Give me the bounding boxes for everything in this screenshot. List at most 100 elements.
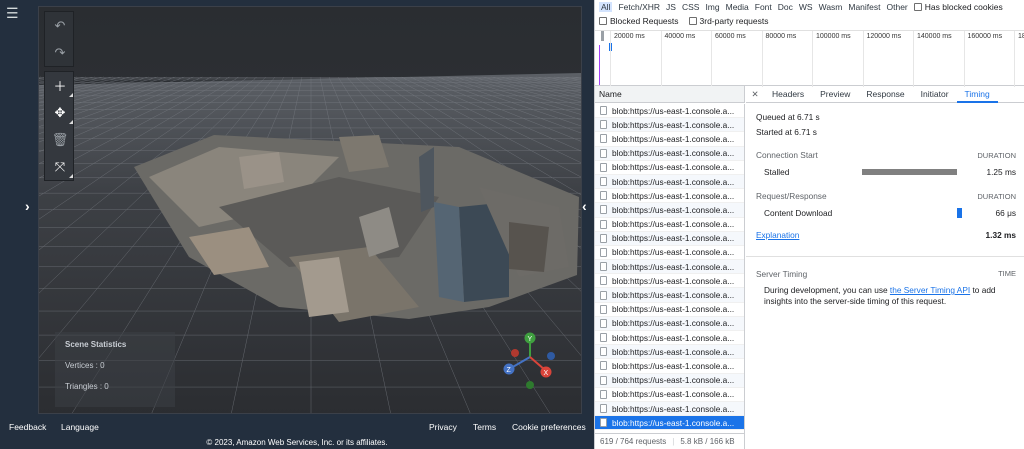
expand-left-panel-chevron-icon[interactable]: › — [25, 198, 30, 214]
timeline-tick-label: 100000 ms — [816, 33, 851, 40]
filter-font[interactable]: Font — [755, 2, 772, 12]
content-download-value: 66 μs — [995, 208, 1016, 218]
filter-all[interactable]: All — [599, 1, 613, 12]
request-row[interactable]: blob:https://us-east-1.console.a... — [595, 246, 744, 261]
request-row[interactable]: blob:https://us-east-1.console.a... — [595, 274, 744, 289]
server-timing-description: During development, you can use the Serv… — [756, 285, 1016, 307]
cookie-preferences-link[interactable]: Cookie preferences — [512, 422, 586, 432]
redo-icon[interactable]: ↷ — [45, 39, 75, 66]
tab-timing[interactable]: Timing — [956, 86, 998, 103]
tab-initiator[interactable]: Initiator — [913, 86, 957, 103]
close-icon[interactable]: ✕ — [746, 89, 764, 100]
request-row[interactable]: blob:https://us-east-1.console.a... — [595, 203, 744, 218]
file-icon — [600, 333, 607, 343]
language-link[interactable]: Language — [61, 422, 99, 432]
request-row[interactable]: blob:https://us-east-1.console.a... — [595, 303, 744, 317]
explanation-link[interactable]: Explanation — [756, 230, 799, 240]
request-detail-tabs: ✕ Headers Preview Response Initiator Timing — [746, 86, 1024, 103]
checkbox-icon[interactable] — [688, 17, 697, 25]
left-rail: ☰ › — [0, 0, 38, 414]
request-row[interactable]: blob:https://us-east-1.console.a... — [595, 161, 744, 175]
request-row[interactable]: blob:https://us-east-1.console.a... — [595, 132, 744, 147]
server-timing-header: Server Timing TIME — [756, 267, 1016, 281]
file-icon — [600, 418, 607, 428]
connection-start-label: Connection Start — [756, 150, 818, 160]
timeline-tick-label: 180 — [1018, 33, 1024, 40]
tab-headers[interactable]: Headers — [764, 86, 812, 103]
filter-css[interactable]: CSS — [682, 2, 699, 12]
request-row[interactable]: blob:https://us-east-1.console.a... — [595, 388, 744, 402]
filter-ws[interactable]: WS — [799, 2, 813, 12]
request-row[interactable]: blob:https://us-east-1.console.a... — [595, 218, 744, 232]
camera-move-icon[interactable]: ⤧ — [45, 153, 75, 180]
filter-js[interactable]: JS — [666, 2, 676, 12]
blocked-requests-toggle[interactable]: Blocked Requests — [599, 16, 679, 26]
request-list: blob:https://us-east-1.console.a... blob:… — [595, 104, 745, 433]
tab-response[interactable]: Response — [858, 86, 912, 103]
request-row[interactable]: blob:https://us-east-1.console.a... — [595, 104, 744, 119]
content-download-row: Content Download 66 μs — [756, 204, 1016, 222]
request-row[interactable]: blob:https://us-east-1.console.a... — [595, 359, 744, 374]
scene-statistics-panel: Scene Statistics Vertices : 0 Triangles … — [55, 332, 175, 407]
gizmo-z-label: Z — [507, 367, 512, 374]
filter-other[interactable]: Other — [887, 2, 908, 12]
transform-icon[interactable]: ✥ — [45, 99, 75, 126]
request-row[interactable]: blob:https://us-east-1.console.a... — [595, 316, 744, 331]
request-count-summary: 619 / 764 requests — [600, 437, 667, 446]
request-name: blob:https://us-east-1.console.a... — [612, 332, 735, 343]
request-row[interactable]: blob:https://us-east-1.console.a... — [595, 416, 744, 431]
filter-fetch-xhr[interactable]: Fetch/XHR — [618, 2, 660, 12]
blocked-requests-label: Blocked Requests — [610, 16, 679, 26]
checkbox-icon[interactable] — [599, 17, 607, 25]
request-row[interactable]: blob:https://us-east-1.console.a... — [595, 331, 744, 346]
request-row[interactable]: blob:https://us-east-1.console.a... — [595, 288, 744, 303]
terms-link[interactable]: Terms — [473, 422, 496, 432]
type-filter-bar: All Fetch/XHR JS CSS Img Media Font Doc WS Wasm Ma… — [595, 0, 1024, 13]
filter-doc[interactable]: Doc — [778, 2, 793, 12]
request-row[interactable]: blob:https://us-east-1.console.a... — [595, 260, 744, 275]
request-name: blob:https://us-east-1.console.a... — [612, 275, 735, 286]
timeline-tick-label: 140000 ms — [917, 33, 952, 40]
filter-wasm[interactable]: Wasm — [819, 2, 843, 12]
request-row[interactable]: blob:https://us-east-1.console.a... — [595, 118, 744, 133]
timing-panel: Queued at 6.71 s Started at 6.71 s Conne… — [746, 110, 1024, 307]
request-row[interactable]: blob:https://us-east-1.console.a... — [595, 345, 744, 360]
request-row[interactable]: blob:https://us-east-1.console.a... — [595, 401, 744, 417]
timeline-tick-label: 20000 ms — [614, 33, 645, 40]
request-row[interactable]: blob:https://us-east-1.console.a... — [595, 373, 744, 388]
privacy-link[interactable]: Privacy — [429, 422, 457, 432]
expand-right-panel-chevron-icon[interactable]: ‹ — [582, 198, 587, 214]
scene-viewport[interactable]: Y Z X ↶ ↷ ＋ ✥ 🗑 ⤧ Scene Statistics Verti… — [38, 6, 582, 414]
timeline-gridline — [610, 31, 611, 87]
feedback-link[interactable]: Feedback — [9, 422, 46, 432]
filter-img[interactable]: Img — [705, 2, 719, 12]
request-row[interactable]: blob:https://us-east-1.console.a... — [595, 146, 744, 161]
request-row[interactable]: blob:https://us-east-1.console.a... — [595, 189, 744, 204]
filter-media[interactable]: Media — [726, 2, 749, 12]
overview-marker — [599, 45, 600, 85]
has-blocked-cookies-toggle[interactable]: Has blocked cookies — [913, 2, 1003, 12]
console-footer: Feedback Language Privacy Terms Cookie p… — [0, 414, 594, 449]
stalled-bar — [862, 169, 957, 175]
timeline-gridline — [963, 31, 965, 87]
file-icon — [600, 120, 607, 130]
filter-manifest[interactable]: Manifest — [848, 2, 880, 12]
checkbox-icon[interactable] — [913, 2, 922, 11]
name-column-header[interactable]: Name — [595, 86, 745, 103]
file-icon — [600, 247, 607, 257]
delete-icon[interactable]: 🗑 — [45, 126, 75, 153]
network-overview-timeline[interactable]: 20000 ms 40000 ms 60000 ms 80000 ms 100000 m… — [595, 30, 1024, 87]
server-timing-api-link[interactable]: the Server Timing API — [890, 285, 970, 295]
request-row[interactable]: blob:https://us-east-1.console.a... — [595, 231, 744, 246]
request-name: blob:https://us-east-1.console.a... — [612, 233, 735, 244]
transfer-size-summary: 5.8 kB / 166 kB — [680, 437, 735, 446]
undo-icon[interactable]: ↶ — [45, 12, 75, 39]
timeline-gridline — [711, 31, 712, 87]
menu-icon[interactable]: ☰ — [6, 6, 19, 20]
third-party-requests-toggle[interactable]: 3rd-party requests — [688, 16, 769, 26]
add-object-icon[interactable]: ＋ — [45, 72, 75, 99]
request-row[interactable]: blob:https://us-east-1.console.a... — [595, 174, 744, 190]
tab-preview[interactable]: Preview — [812, 86, 858, 103]
timeline-tick-label: 120000 ms — [866, 33, 902, 40]
timeline-gridline — [1014, 31, 1015, 87]
